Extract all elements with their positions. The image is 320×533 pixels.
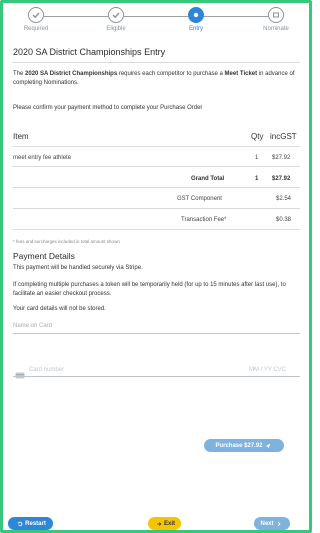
confirm-text: Please confirm your payment method to co… (13, 105, 203, 111)
input-underline (13, 333, 300, 334)
divider (13, 187, 300, 188)
grand-total-label: Grand Total (191, 176, 225, 182)
grand-total-price: $27.92 (272, 176, 291, 182)
event-name: 2020 SA District Championships (25, 71, 118, 77)
fee-label: Transaction Fee* (181, 217, 227, 223)
row-price: $27.92 (272, 155, 291, 161)
step-label: Required (23, 26, 49, 32)
intro-text: The 2020 SA District Championships requi… (13, 71, 295, 86)
step-eligible[interactable]: Eligible (86, 7, 146, 32)
entry-frame: Required Eligible Entry Nominate 2020 SA… (0, 0, 312, 533)
progress-stepper: Required Eligible Entry Nominate (3, 7, 309, 39)
row-qty: 1 (255, 155, 259, 161)
restart-icon (18, 521, 23, 526)
divider (13, 229, 300, 230)
divider (13, 166, 300, 167)
exit-icon (157, 521, 162, 526)
step-label: Eligible (106, 26, 126, 32)
token-note: If completing multiple purchases a token… (13, 282, 286, 297)
gst-price: $2.54 (276, 196, 292, 202)
purchase-button[interactable]: Purchase $27.92 (204, 439, 284, 452)
nominate-icon (268, 7, 284, 23)
send-icon (265, 443, 270, 448)
next-button[interactable]: Next (254, 517, 290, 530)
row-item: meet entry fee athlete (13, 155, 72, 161)
ticket-name: Meet Ticket (224, 71, 258, 77)
gst-label: GST Component (177, 196, 222, 202)
step-nominate[interactable]: Nominate (246, 7, 306, 32)
page-title: 2020 SA District Championships Entry (13, 47, 166, 57)
entry-icon (188, 7, 204, 23)
exit-button[interactable]: Exit (148, 517, 181, 530)
card-number-input[interactable]: Card number (29, 367, 64, 373)
card-icon (15, 366, 25, 384)
step-label: Nominate (263, 26, 289, 32)
grand-total-qty: 1 (255, 176, 259, 182)
restart-button[interactable]: Restart (8, 517, 53, 530)
step-required[interactable]: Required (6, 7, 66, 32)
restart-label: Restart (25, 520, 46, 527)
input-underline (13, 376, 300, 377)
expiry-cvc-input[interactable]: MM / YY CVC (249, 367, 286, 373)
chevron-right-icon (277, 521, 281, 526)
divider (13, 62, 300, 63)
payment-heading: Payment Details (13, 251, 75, 261)
stripe-note: This payment will be handled securely vi… (13, 265, 143, 271)
purchase-label: Purchase $27.92 (215, 442, 263, 449)
storage-note: Your card details will not be stored. (13, 306, 106, 312)
step-entry[interactable]: Entry (166, 7, 226, 32)
check-icon (28, 7, 44, 23)
step-label: Entry (188, 26, 203, 32)
header-qty: Qty (251, 132, 264, 141)
header-item: Item (13, 132, 29, 141)
divider (13, 208, 300, 209)
divider (13, 146, 300, 147)
check-icon (108, 7, 124, 23)
name-on-card-input[interactable]: Name on Card (13, 323, 52, 329)
next-label: Next (260, 520, 274, 527)
exit-label: Exit (163, 520, 175, 527)
fee-footnote: * fees and surcharges included in total … (13, 239, 120, 244)
fee-price: $0.38 (276, 217, 292, 223)
header-incgst: incGST (270, 132, 297, 141)
